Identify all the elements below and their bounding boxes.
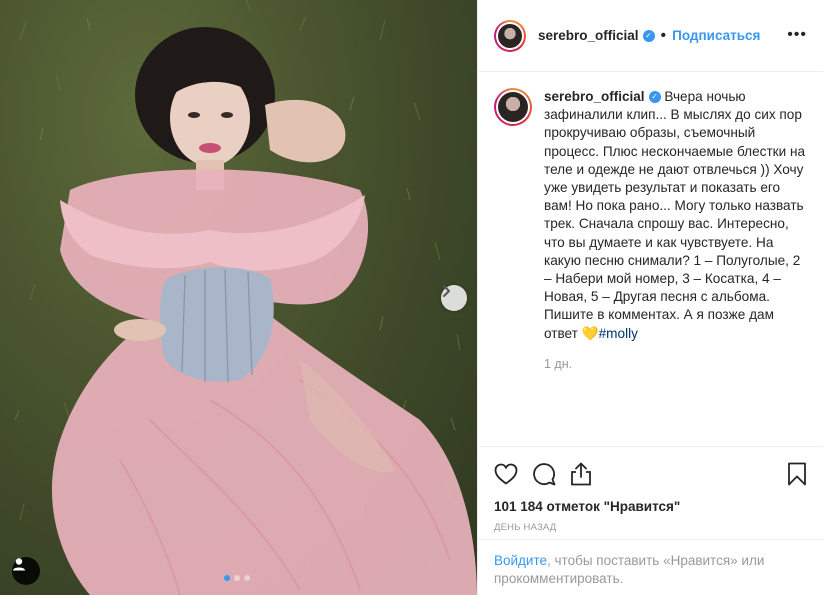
post-actions: 101 184 отметок "Нравится" день назад [478, 446, 823, 533]
bookmark-icon[interactable] [787, 462, 807, 486]
separator: • [660, 26, 667, 44]
carousel-dot [234, 575, 240, 581]
carousel-dot [244, 575, 250, 581]
verified-badge-icon: ✓ [648, 91, 661, 104]
user-tag-icon [13, 558, 25, 571]
avatar[interactable] [494, 19, 526, 52]
caption-text: Вчера ночью зафиналили клип... В мыслях … [544, 89, 806, 341]
post-side-panel: serebro_official ✓ • Подписаться ••• ser… [477, 0, 823, 595]
carousel-dot-active [224, 575, 230, 581]
chevron-right-icon [443, 285, 450, 297]
share-icon[interactable] [570, 462, 592, 486]
yellow-heart-emoji: 💛 [581, 325, 599, 341]
heart-icon[interactable] [494, 463, 518, 485]
post-header: serebro_official ✓ • Подписаться ••• [478, 0, 823, 72]
hashtag-link[interactable]: #molly [599, 326, 638, 341]
caption-body: serebro_official ✓ Вчера ночью зафиналили… [544, 88, 806, 446]
caption-avatar[interactable] [494, 88, 532, 126]
photo-illustration [14, 0, 477, 595]
comment-icon[interactable] [532, 462, 556, 486]
likes-count[interactable]: 101 184 отметок "Нравится" [494, 499, 807, 514]
username-link[interactable]: serebro_official [538, 28, 639, 43]
verified-badge-icon: ✓ [642, 29, 655, 42]
time-ago[interactable]: 1 дн. [544, 355, 806, 373]
login-link[interactable]: Войдите [494, 553, 547, 568]
post-viewer: serebro_official ✓ • Подписаться ••• ser… [0, 0, 823, 595]
post-photo[interactable] [0, 0, 477, 595]
caption-username-link[interactable]: serebro_official [544, 89, 645, 104]
post-caption: serebro_official ✓ Вчера ночью зафиналили… [478, 72, 823, 446]
login-prompt: Войдите, чтобы поставить «Нравится» или … [478, 539, 823, 595]
more-options-icon[interactable]: ••• [787, 26, 807, 44]
carousel-indicator [224, 575, 250, 581]
user-tag-button[interactable] [12, 557, 40, 585]
carousel-next-button[interactable] [441, 285, 467, 311]
post-date[interactable]: день назад [494, 522, 807, 533]
follow-button[interactable]: Подписаться [672, 28, 760, 43]
